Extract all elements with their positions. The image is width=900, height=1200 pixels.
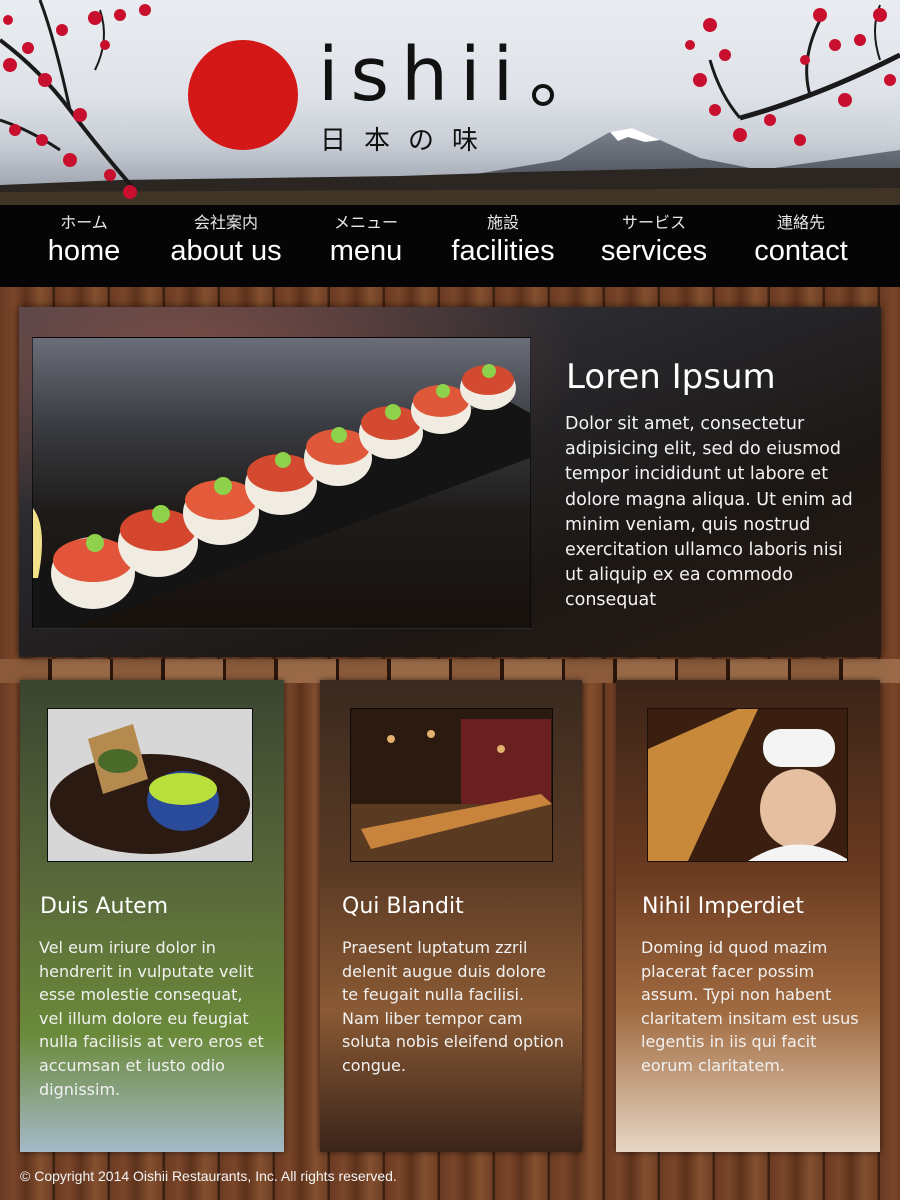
nav-item-about-us[interactable]: 会社案内 about us bbox=[160, 205, 292, 287]
nav-item-facilities[interactable]: 施設 facilities bbox=[440, 205, 566, 287]
nav-label-en: services bbox=[600, 235, 708, 267]
sushi-roll-photo bbox=[32, 337, 531, 629]
card-title: Nihil Imperdiet bbox=[642, 894, 805, 919]
green-tea-illustration bbox=[48, 709, 252, 861]
brand-dot bbox=[532, 84, 554, 106]
card-title: Qui Blandit bbox=[342, 894, 464, 919]
nav-label-jp: 会社案内 bbox=[193, 213, 258, 232]
nav-label-jp: 施設 bbox=[486, 213, 519, 232]
footer-copyright: © Copyright 2014 Oishii Restaurants, Inc… bbox=[20, 1168, 397, 1184]
nav-label-en: facilities bbox=[451, 235, 555, 267]
logo-red-sun bbox=[188, 40, 298, 150]
nav-label-en: about us bbox=[170, 235, 282, 267]
nav-label-jp: 連絡先 bbox=[776, 213, 825, 232]
nav-item-services[interactable]: サービス services bbox=[592, 205, 716, 287]
card-text: Vel eum iriure dolor in hendrerit in vul… bbox=[39, 938, 264, 1099]
restaurant-illustration bbox=[351, 709, 552, 861]
green-tea-photo bbox=[47, 708, 253, 862]
restaurant-interior-photo bbox=[350, 708, 553, 862]
cherry-blossom-branch-right bbox=[685, 4, 900, 146]
featured-title: Loren Ipsum bbox=[566, 357, 776, 397]
card-duis-autem: Duis Autem Vel eum iriure dolor in hendr… bbox=[20, 680, 284, 1152]
sushi-chef-illustration bbox=[648, 709, 847, 861]
nav-item-menu[interactable]: メニュー menu bbox=[318, 205, 414, 287]
featured-text: Dolor sit amet, consectetur adipisicing … bbox=[565, 414, 853, 611]
nav-label-jp: ホーム bbox=[60, 213, 108, 232]
site-header: ishii 日本の味 bbox=[0, 0, 900, 205]
nav-item-home[interactable]: ホーム home bbox=[30, 205, 138, 287]
nav-label-en: home bbox=[47, 235, 121, 267]
card-text: Doming id quod mazim placerat facer poss… bbox=[641, 938, 859, 1075]
card-text: Praesent luptatum zzril delenit augue du… bbox=[342, 938, 564, 1075]
main-nav: ホーム home 会社案内 about us メニュー menu 施設 faci… bbox=[0, 205, 900, 287]
sushi-roll-illustration bbox=[33, 364, 530, 628]
brand-name: ishii bbox=[318, 32, 526, 118]
nav-label-en: menu bbox=[329, 235, 403, 267]
sushi-chef-photo bbox=[647, 708, 848, 862]
nav-label-jp: サービス bbox=[621, 213, 686, 232]
card-nihil-imperdiet: Nihil Imperdiet Doming id quod mazim pla… bbox=[616, 680, 880, 1152]
brand-tagline: 日本の味 bbox=[320, 126, 497, 156]
card-title: Duis Autem bbox=[40, 894, 169, 919]
nav-label-jp: メニュー bbox=[333, 213, 398, 232]
cherry-blossom-branch-left bbox=[0, 0, 151, 199]
nav-item-contact[interactable]: 連絡先 contact bbox=[742, 205, 860, 287]
card-qui-blandit: Qui Blandit Praesent luptatum zzril dele… bbox=[320, 680, 582, 1152]
nav-label-en: contact bbox=[754, 235, 848, 267]
